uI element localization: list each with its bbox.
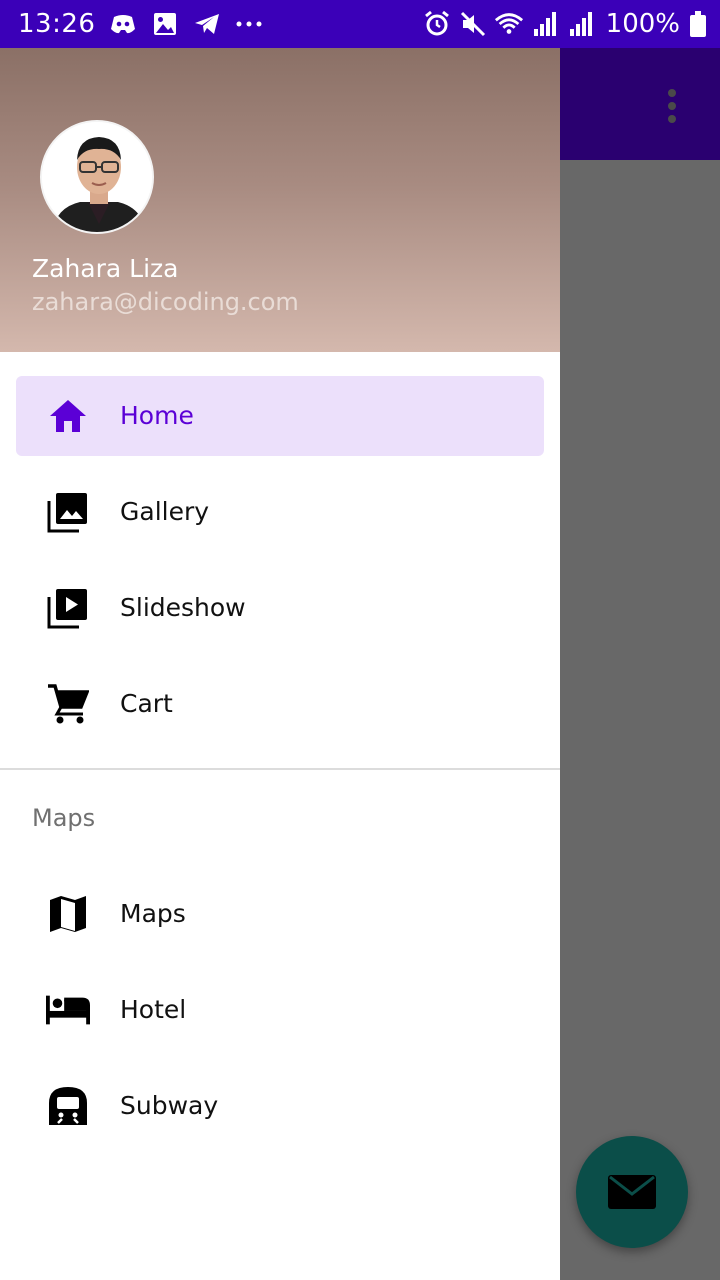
signal-icon — [566, 10, 596, 38]
section-title-maps: Maps — [32, 804, 96, 832]
home-icon — [46, 396, 90, 436]
navigation-drawer: Zahara Liza zahara@dicoding.com Home Gal… — [0, 48, 560, 1280]
battery-percent: 100% — [605, 9, 680, 39]
image-icon — [151, 10, 179, 38]
menu-item-gallery[interactable]: Gallery — [16, 472, 544, 552]
avatar — [40, 120, 154, 234]
drawer-header: Zahara Liza zahara@dicoding.com — [0, 48, 560, 352]
menu-item-maps[interactable]: Maps — [16, 874, 544, 954]
alarm-icon — [422, 10, 452, 38]
menu-item-slideshow[interactable]: Slideshow — [16, 568, 544, 648]
overflow-menu-button[interactable] — [652, 86, 692, 126]
subway-icon — [46, 1086, 90, 1126]
overflow-dot — [668, 102, 676, 110]
cart-icon — [46, 684, 90, 724]
user-email: zahara@dicoding.com — [32, 288, 299, 316]
more-icon — [235, 10, 263, 38]
menu-item-subway[interactable]: Subway — [16, 1066, 544, 1146]
map-icon — [46, 894, 90, 934]
menu-item-hotel[interactable]: Hotel — [16, 970, 544, 1050]
menu-item-label: Gallery — [120, 497, 210, 526]
menu-item-label: Home — [120, 401, 194, 430]
user-name: Zahara Liza — [32, 254, 179, 283]
telegram-icon — [193, 10, 221, 38]
menu-item-label: Hotel — [120, 995, 187, 1024]
wifi-icon — [494, 10, 524, 38]
signal-icon — [530, 10, 560, 38]
status-time: 13:26 — [18, 9, 96, 39]
mute-icon — [458, 10, 488, 38]
email-fab[interactable] — [576, 1136, 688, 1248]
menu-item-home[interactable]: Home — [16, 376, 544, 456]
menu-item-label: Maps — [120, 899, 186, 928]
menu-item-label: Subway — [120, 1091, 219, 1120]
battery-icon — [690, 11, 706, 37]
overflow-dot — [668, 115, 676, 123]
menu-item-cart[interactable]: Cart — [16, 664, 544, 744]
slideshow-icon — [46, 588, 90, 629]
menu-divider — [0, 768, 560, 770]
hotel-icon — [46, 990, 90, 1030]
menu-item-label: Cart — [120, 689, 173, 718]
mail-icon — [608, 1175, 656, 1209]
overflow-dot — [668, 89, 676, 97]
gallery-icon — [46, 492, 90, 533]
status-right: 100% — [422, 9, 706, 39]
status-bar: 13:26 100% — [0, 0, 720, 48]
discord-icon — [109, 10, 137, 38]
menu-item-label: Slideshow — [120, 593, 246, 622]
status-left: 13:26 — [18, 9, 263, 39]
